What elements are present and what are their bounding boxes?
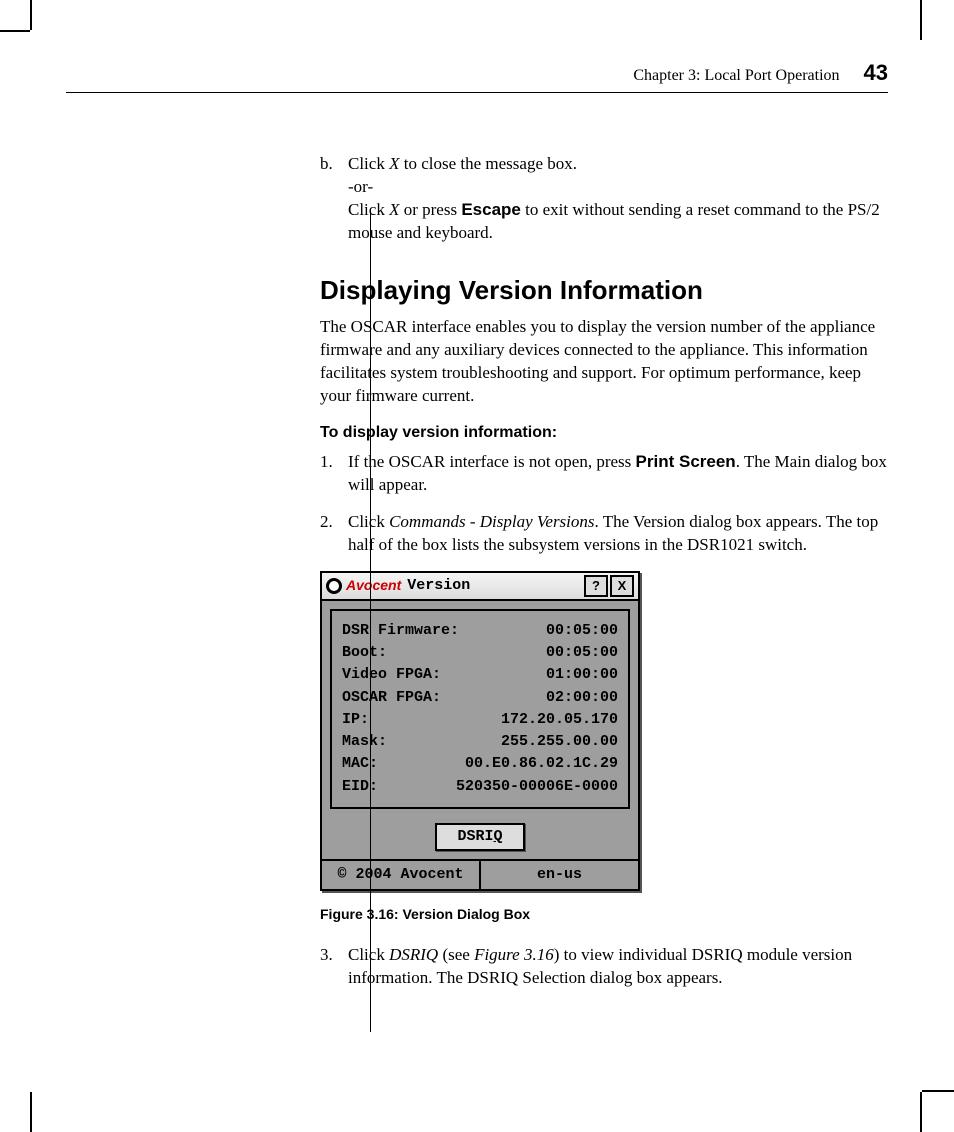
copyright-label: © 2004 Avocent xyxy=(322,861,479,889)
figure-caption: Figure 3.16: Version Dialog Box xyxy=(320,905,888,924)
version-row: OSCAR FPGA:02:00:00 xyxy=(342,688,618,708)
locale-label: en-us xyxy=(479,861,638,889)
version-row: EID:520350-00006E-0000 xyxy=(342,777,618,797)
procedure-heading: To display version information: xyxy=(320,422,888,444)
version-list: DSR Firmware:00:05:00 Boot:00:05:00 Vide… xyxy=(330,609,630,809)
chapter-label: Chapter 3: Local Port Operation xyxy=(633,67,839,85)
help-button[interactable]: ? xyxy=(584,575,608,597)
close-button[interactable]: X xyxy=(610,575,634,597)
version-dialog: Avocent Version ? X DSR Firmware:00:05:0… xyxy=(320,571,640,892)
substep-b: b. Click X to close the message box. -or… xyxy=(320,153,888,245)
step-3: 3. Click DSRIQ (see Figure 3.16) to view… xyxy=(320,944,888,990)
version-row: IP:172.20.05.170 xyxy=(342,710,618,730)
avocent-logo-icon xyxy=(326,578,342,594)
page-number: 43 xyxy=(864,60,888,86)
section-heading: Displaying Version Information xyxy=(320,273,888,308)
dsriq-button[interactable]: DSRIQ xyxy=(435,823,524,851)
page-header: Chapter 3: Local Port Operation 43 xyxy=(66,60,888,93)
intro-paragraph: The OSCAR interface enables you to displ… xyxy=(320,316,888,408)
step-1: 1. If the OSCAR interface is not open, p… xyxy=(320,451,888,497)
dialog-title: Version xyxy=(407,576,470,596)
version-row: DSR Firmware:00:05:00 xyxy=(342,621,618,641)
version-row: Mask:255.255.00.00 xyxy=(342,732,618,752)
version-row: MAC:00.E0.86.02.1C.29 xyxy=(342,754,618,774)
version-row: Boot:00:05:00 xyxy=(342,643,618,663)
version-row: Video FPGA:01:00:00 xyxy=(342,665,618,685)
step-2: 2. Click Commands - Display Versions. Th… xyxy=(320,511,888,557)
brand-label: Avocent xyxy=(346,576,401,595)
margin-rule xyxy=(370,210,371,1032)
